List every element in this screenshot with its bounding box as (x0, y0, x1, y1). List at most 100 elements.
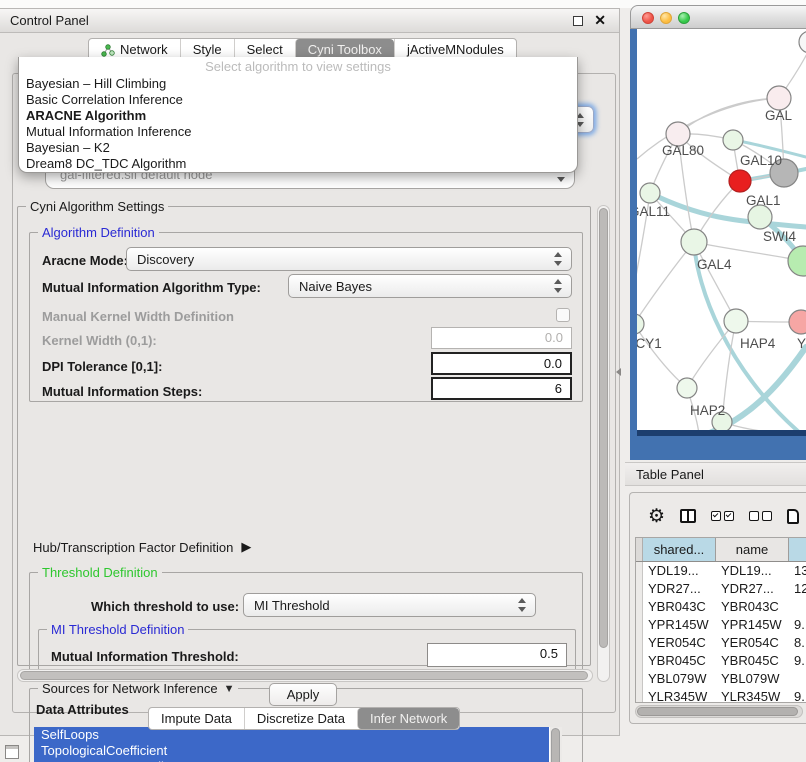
table-row[interactable]: YLR345WYLR345W9. (636, 688, 806, 703)
mi-threshold-field[interactable]: 0.5 (427, 643, 567, 667)
table-panel-title: Table Panel (636, 467, 704, 482)
table-cell[interactable]: YDR27... (643, 580, 716, 598)
table-cell[interactable]: YPR145W (716, 616, 789, 634)
settings-vertical-scrollbar[interactable] (597, 205, 610, 682)
table-cell[interactable]: YBR043C (716, 598, 789, 616)
traffic-light-close-icon[interactable] (642, 12, 654, 24)
table-cell[interactable]: 9. (789, 616, 806, 634)
table-cell[interactable] (789, 598, 806, 616)
menu-item-algorithm[interactable]: Dream8 DC_TDC Algorithm (19, 156, 577, 172)
table-row[interactable]: YBR045CYBR045C9. (636, 652, 806, 670)
network-node-label: GAL11 (637, 204, 670, 219)
table-cell[interactable]: 8. (789, 634, 806, 652)
table-cell[interactable]: YBR045C (643, 652, 716, 670)
table-cell[interactable]: 9. (789, 688, 806, 703)
table-cell[interactable]: YDR27... (716, 580, 789, 598)
mi-threshold-label: Mutual Information Threshold: (51, 649, 239, 664)
traffic-light-minimize-icon[interactable] (660, 12, 672, 24)
select-all-columns-icon[interactable] (711, 511, 734, 521)
gear-icon[interactable]: ⚙ (648, 507, 665, 526)
table-cell[interactable]: YBL079W (643, 670, 716, 688)
table-cell[interactable]: YDL19... (643, 562, 716, 580)
column-header-shared-name[interactable]: shared... (643, 538, 716, 561)
list-item[interactable]: TopologicalCoefficient (34, 743, 549, 759)
hub-definition-expander[interactable]: Hub/Transcription Factor Definition ▶ (33, 539, 251, 555)
network-node-label: GAL4 (697, 257, 732, 272)
column-header-partial[interactable] (789, 538, 806, 561)
table-horizontal-scrollbar[interactable] (635, 705, 803, 718)
menu-item-algorithm[interactable]: Basic Correlation Inference (19, 92, 577, 108)
menu-item-algorithm-selected[interactable]: ARACNE Algorithm (19, 108, 577, 124)
network-node[interactable] (789, 310, 806, 334)
table-cell[interactable]: 9. (789, 652, 806, 670)
menu-item-algorithm[interactable]: Mutual Information Inference (19, 124, 577, 140)
table-row[interactable]: YDL19...YDL19...13 (636, 562, 806, 580)
window-bottom-edge (637, 430, 806, 436)
control-panel-titlebar: Control Panel ✕ (0, 9, 619, 33)
manual-kernel-checkbox[interactable] (556, 308, 570, 322)
network-window-titlebar[interactable] (630, 5, 806, 29)
which-threshold-combo[interactable]: MI Threshold (243, 593, 536, 617)
network-node[interactable] (681, 229, 707, 255)
table-row[interactable]: YDR27...YDR27...12 (636, 580, 806, 598)
apply-button[interactable]: Apply (269, 683, 337, 706)
collapse-arrow-icon: ▼ (224, 683, 235, 695)
cyni-algorithm-settings-group: Cyni Algorithm Settings Algorithm Defini… (17, 206, 591, 666)
aracne-mode-combo[interactable]: Discovery (126, 247, 572, 271)
table-cell[interactable]: YER054C (643, 634, 716, 652)
table-panel-body: ⚙ shared... name YDL19...YDL19...13 YDR2… (629, 492, 806, 724)
table-row[interactable]: YBL079WYBL079W (636, 670, 806, 688)
tab-impute-data[interactable]: Impute Data (149, 708, 244, 729)
menu-item-algorithm[interactable]: Bayesian – Hill Climbing (19, 76, 577, 92)
table-cell[interactable]: YLR345W (716, 688, 789, 703)
network-node[interactable] (640, 183, 660, 203)
attribute-list-scrollbar[interactable] (550, 727, 562, 762)
network-node[interactable] (767, 86, 791, 110)
table-row[interactable]: YER054CYER054C8. (636, 634, 806, 652)
table-cell[interactable] (789, 670, 806, 688)
table-cell[interactable]: YDL19... (716, 562, 789, 580)
network-node[interactable] (799, 31, 806, 53)
float-panel-icon[interactable] (573, 16, 583, 26)
columns-icon[interactable] (680, 509, 696, 523)
kernel-width-field[interactable]: 0.0 (431, 327, 572, 349)
table-cell[interactable]: YBL079W (716, 670, 789, 688)
network-node[interactable] (723, 130, 743, 150)
table-cell[interactable]: YPR145W (643, 616, 716, 634)
mi-steps-field[interactable]: 6 (431, 377, 572, 400)
table-row[interactable]: YBR043CYBR043C (636, 598, 806, 616)
table-cell[interactable]: 12 (789, 580, 806, 598)
tab-impute-data-label: Impute Data (161, 708, 232, 729)
traffic-light-zoom-icon[interactable] (678, 12, 690, 24)
data-attributes-list[interactable]: SelfLoops TopologicalCoefficient Between… (34, 727, 562, 762)
table-cell[interactable]: YLR345W (643, 688, 716, 703)
network-window-frame: GAL GAL80 GAL10 GAL1 GAL11 SWI4 GAL4 GCY… (630, 29, 806, 460)
table-row[interactable]: YPR145WYPR145W9. (636, 616, 806, 634)
deselect-all-columns-icon[interactable] (749, 511, 772, 521)
network-node[interactable] (788, 246, 806, 276)
sources-group-label-wrap[interactable]: Sources for Network Inference ▼ (38, 681, 238, 696)
network-node[interactable] (637, 314, 644, 334)
mi-algorithm-type-combo[interactable]: Naive Bayes (288, 274, 572, 298)
menu-item-algorithm[interactable]: Bayesian – K2 (19, 140, 577, 156)
close-panel-icon[interactable]: ✕ (594, 12, 606, 29)
column-header-name[interactable]: name (716, 538, 789, 561)
network-node[interactable] (677, 378, 697, 398)
settings-horizontal-scrollbar[interactable] (17, 669, 593, 682)
collapsed-panel-icon[interactable] (5, 745, 19, 759)
network-canvas[interactable]: GAL GAL80 GAL10 GAL1 GAL11 SWI4 GAL4 GCY… (637, 29, 806, 430)
table-cell[interactable]: YER054C (716, 634, 789, 652)
table-cell[interactable]: 13 (789, 562, 806, 580)
document-icon[interactable] (787, 509, 799, 524)
table-cell[interactable]: YBR045C (716, 652, 789, 670)
network-node[interactable] (724, 309, 748, 333)
tab-discretize-data[interactable]: Discretize Data (244, 708, 357, 729)
splitter-collapse-icon[interactable] (616, 368, 621, 376)
network-node[interactable] (748, 205, 772, 229)
tab-infer-network[interactable]: Infer Network (357, 708, 459, 729)
dpi-tolerance-field[interactable]: 0.0 (431, 352, 572, 375)
algorithm-dropdown-placeholder: Select algorithm to view settings (19, 59, 577, 76)
table-cell[interactable]: YBR043C (643, 598, 716, 616)
algorithm-definition-label: Algorithm Definition (38, 225, 159, 240)
network-node-selected[interactable] (729, 170, 751, 192)
